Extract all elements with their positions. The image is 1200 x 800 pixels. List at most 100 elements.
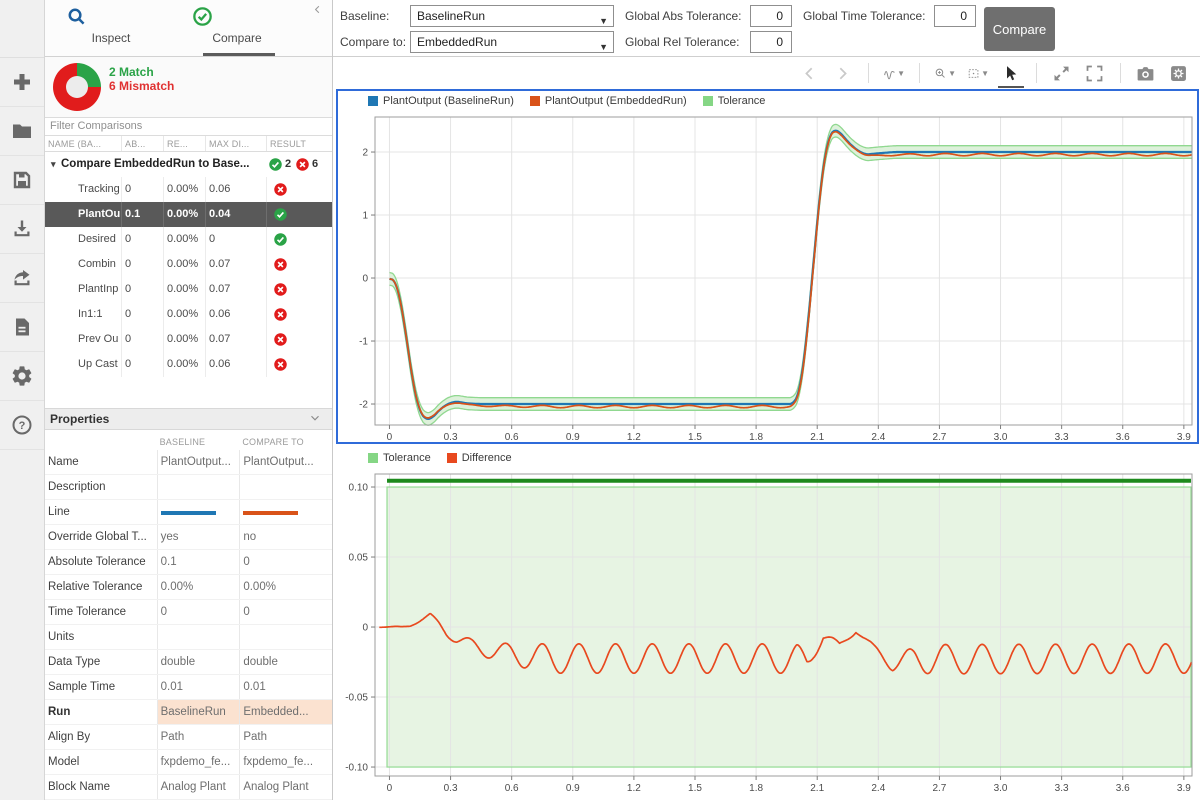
svg-text:-2: -2	[359, 400, 368, 411]
table-row-plantinp[interactable]: PlantInp 0 0.00% 0.07	[45, 277, 332, 302]
tree-expander-icon[interactable]: ▾	[51, 152, 61, 177]
fit-view-button[interactable]: ▼	[967, 62, 989, 84]
table-row-plantou[interactable]: PlantOu 0.1 0.00% 0.04	[45, 202, 332, 227]
help-button[interactable]: ?	[0, 401, 44, 450]
rel-cell: 0.00%	[164, 352, 206, 377]
property-value: Path	[156, 725, 240, 749]
dropdown-caret-icon[interactable]: ▼	[948, 69, 956, 78]
global-abs-tolerance-input[interactable]: 0	[750, 5, 792, 27]
mismatch-icon	[274, 308, 287, 321]
open-button[interactable]	[0, 107, 44, 156]
dropdown-caret-icon[interactable]: ▼	[981, 69, 989, 78]
property-value	[156, 500, 240, 524]
column-header[interactable]: RESULT	[267, 136, 331, 151]
difference-chart[interactable]: Tolerance Difference 0 0.3 0.6 0.9 1.2 1.5 1.8 2…	[336, 447, 1199, 800]
property-value: PlantOutput...	[156, 450, 240, 474]
chevron-down-icon[interactable]	[308, 411, 322, 425]
global-time-tolerance-input[interactable]: 0	[934, 5, 976, 27]
new-button[interactable]	[0, 58, 44, 107]
column-header[interactable]: RE...	[164, 136, 206, 151]
column-header[interactable]: AB...	[122, 136, 164, 151]
tab-inspect[interactable]: Inspect	[65, 5, 157, 45]
difference-plot[interactable]: 0 0.3 0.6 0.9 1.2 1.5 1.8 2.1 2.4 2.7 3.0 3.3 3.6 3.9…	[336, 471, 1199, 800]
properties-header-bar[interactable]: Properties	[45, 408, 332, 430]
signal-wave-button[interactable]: ▼	[883, 62, 905, 84]
legend-label: PlantOutput (BaselineRun)	[383, 95, 514, 107]
signal-comparison-chart[interactable]: PlantOutput (BaselineRun) PlantOutput (Em…	[336, 89, 1199, 444]
tab-compare-label: Compare	[212, 31, 262, 45]
line-color-swatch	[160, 511, 216, 515]
zoom-in-button[interactable]: ▼	[934, 62, 956, 84]
legend-item: Tolerance	[368, 452, 431, 464]
property-value	[239, 625, 332, 649]
match-donut-chart	[53, 63, 101, 111]
legend-label: Tolerance	[717, 95, 766, 107]
camera-button[interactable]	[1135, 62, 1157, 84]
import-button[interactable]	[0, 205, 44, 254]
chart-settings-button[interactable]	[1168, 62, 1190, 84]
property-value: fxpdemo_fe...	[239, 750, 332, 774]
table-row-tracking[interactable]: Tracking 0 0.00% 0.06	[45, 177, 332, 202]
svg-text:1.5: 1.5	[688, 432, 702, 442]
export-button[interactable]	[0, 254, 44, 303]
legend-swatch	[702, 96, 713, 106]
expand-button[interactable]	[1051, 62, 1073, 84]
baseline-column-header: BASELINE	[159, 437, 206, 447]
property-value: Analog Plant	[239, 775, 332, 799]
abs-cell: 0	[122, 302, 164, 327]
compare-button[interactable]: Compare	[984, 7, 1055, 51]
table-row-combin[interactable]: Combin 0 0.00% 0.07	[45, 252, 332, 277]
baseline-label: Baseline:	[340, 9, 390, 23]
chevron-right-button[interactable]	[832, 62, 854, 84]
cursor-button[interactable]	[998, 62, 1024, 88]
chevron-right-icon	[839, 67, 847, 79]
table-row-desired[interactable]: Desired 0 0.00% 0	[45, 227, 332, 252]
table-row-in1-1[interactable]: In1:1 0 0.00% 0.06	[45, 302, 332, 327]
filter-comparisons-input[interactable]: Filter Comparisons	[45, 117, 332, 136]
table-row-up-cast[interactable]: Up Cast 0 0.00% 0.06	[45, 352, 332, 377]
fullscreen-button[interactable]	[1084, 62, 1106, 84]
save-button[interactable]	[0, 156, 44, 205]
compare-signal-line	[389, 130, 1193, 419]
collapse-panel-icon[interactable]	[311, 3, 324, 16]
svg-text:1.8: 1.8	[749, 783, 763, 794]
svg-text:1.2: 1.2	[627, 432, 641, 442]
properties-rows: Name PlantOutput... PlantOutput... Descript…	[45, 450, 332, 800]
signal-comparison-plot[interactable]: 0 0.3 0.6 0.9 1.2 1.5 1.8 2.1 2.4 2.7 3.0 3.3 3.6 3.9…	[338, 113, 1197, 442]
comparison-summary: 2 Match 6 Mismatch	[45, 57, 332, 117]
compare-to-run-dropdown[interactable]: EmbeddedRun ▼	[410, 31, 614, 53]
dropdown-caret-icon: ▼	[599, 42, 608, 52]
selected-tab-indicator	[203, 53, 275, 56]
property-row-block-name: Block Name Analog Plant Analog Plant	[45, 775, 332, 800]
chevron-left-icon	[314, 5, 320, 14]
preferences-button[interactable]	[0, 352, 44, 401]
rel-cell: 0.00%	[164, 227, 206, 252]
legend-swatch	[529, 96, 540, 106]
folder-icon	[13, 124, 31, 138]
property-value	[239, 500, 332, 524]
chevron-left-button[interactable]	[799, 62, 821, 84]
legend-item: Difference	[446, 452, 512, 464]
global-rel-tolerance-input[interactable]: 0	[750, 31, 792, 53]
property-value: PlantOutput...	[239, 450, 332, 474]
svg-text:0.6: 0.6	[505, 783, 519, 794]
column-header[interactable]: NAME (BA...	[45, 136, 122, 151]
plus-icon	[14, 74, 30, 90]
result-cell	[267, 302, 331, 327]
baseline-run-dropdown[interactable]: BaselineRun ▼	[410, 5, 614, 27]
table-row-prev-ou[interactable]: Prev Ou 0 0.00% 0.07	[45, 327, 332, 352]
name-cell: Tracking	[45, 177, 122, 202]
dropdown-caret-icon[interactable]: ▼	[897, 69, 905, 78]
column-header[interactable]: MAX DI...	[206, 136, 267, 151]
svg-text:3.3: 3.3	[1055, 783, 1069, 794]
compare-to-run-value: EmbeddedRun	[417, 35, 498, 49]
match-icon	[268, 157, 283, 172]
property-value: 0	[239, 550, 332, 574]
tab-compare[interactable]: Compare	[191, 5, 283, 45]
comparison-group-row[interactable]: ▾ Compare EmbeddedRun to Base... 2 6	[45, 152, 332, 177]
toolbar-separator	[919, 63, 920, 83]
svg-text:-1: -1	[359, 337, 368, 348]
report-button[interactable]	[0, 303, 44, 352]
legend-label: Tolerance	[383, 452, 431, 464]
name-cell: Desired	[45, 227, 122, 252]
